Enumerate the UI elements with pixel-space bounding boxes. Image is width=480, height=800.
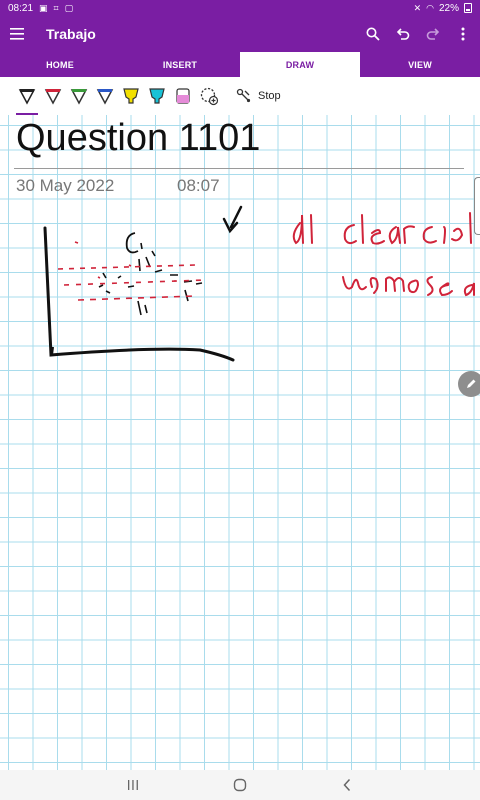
stop-replay-button[interactable]: Stop <box>236 88 281 104</box>
status-time: 08:21 <box>8 2 34 14</box>
redo-icon[interactable] <box>420 16 446 52</box>
pen-blue-tool[interactable] <box>92 81 118 111</box>
tab-draw[interactable]: DRAW <box>240 52 360 77</box>
hamburger-menu-icon[interactable] <box>0 16 34 52</box>
ink-stroke <box>125 232 139 254</box>
draw-toolbar: Stop <box>0 77 480 115</box>
undo-icon[interactable] <box>390 16 416 52</box>
tab-view[interactable]: VIEW <box>360 52 480 77</box>
ink-drawing <box>43 205 475 362</box>
ink-red-handwriting <box>292 212 475 297</box>
note-canvas[interactable]: Question 1101 30 May 2022 08:07 <box>0 115 480 770</box>
ink-stroke <box>51 346 54 356</box>
battery-icon <box>464 3 472 13</box>
ribbon-tabs: HOME INSERT DRAW VIEW <box>0 52 480 77</box>
mute-icon: ✕ <box>413 2 422 13</box>
pen-fab-button[interactable] <box>458 371 480 397</box>
home-icon[interactable] <box>220 770 260 800</box>
system-nav-bar <box>0 770 480 800</box>
app-bar: Trabajo <box>0 16 480 52</box>
ink-stroke <box>137 289 189 316</box>
ink-red-dot <box>74 241 176 282</box>
stop-label: Stop <box>258 90 281 102</box>
add-pen-icon[interactable] <box>196 81 222 111</box>
ink-axis-stroke <box>43 226 235 362</box>
notebook-title: Trabajo <box>46 26 96 42</box>
search-icon[interactable] <box>360 16 386 52</box>
ink-arrow <box>222 205 243 234</box>
back-icon[interactable] <box>327 770 367 800</box>
page-scroll-handle[interactable] <box>474 177 480 235</box>
pen-red-tool[interactable] <box>40 81 66 111</box>
ink-red-dashed <box>63 279 206 286</box>
wifi-icon: ◠ <box>426 2 434 13</box>
recent-apps-icon[interactable] <box>113 770 153 800</box>
pen-green-tool[interactable] <box>66 81 92 111</box>
notification-icon: ▢ <box>64 2 74 13</box>
ink-red-dashed <box>57 264 196 270</box>
tab-home[interactable]: HOME <box>0 52 120 77</box>
more-options-icon[interactable] <box>450 16 476 52</box>
highlighter-yellow-tool[interactable] <box>118 81 144 111</box>
tab-insert[interactable]: INSERT <box>120 52 240 77</box>
pen-black-tool[interactable] <box>14 81 40 115</box>
screenshot-icon: ▣ <box>39 2 48 13</box>
highlighter-pink-tool[interactable] <box>170 81 196 111</box>
lasso-stop-icon <box>236 88 251 103</box>
highlighter-cyan-tool[interactable] <box>144 81 170 111</box>
ink-red-dashed <box>77 295 197 301</box>
battery-percent: 22% <box>438 2 459 14</box>
capture-icon: ⌗ <box>53 2 59 13</box>
status-bar: 08:21 ▣ ⌗ ▢ ✕ ◠ 22% <box>0 0 480 16</box>
pencil-icon <box>467 379 476 388</box>
